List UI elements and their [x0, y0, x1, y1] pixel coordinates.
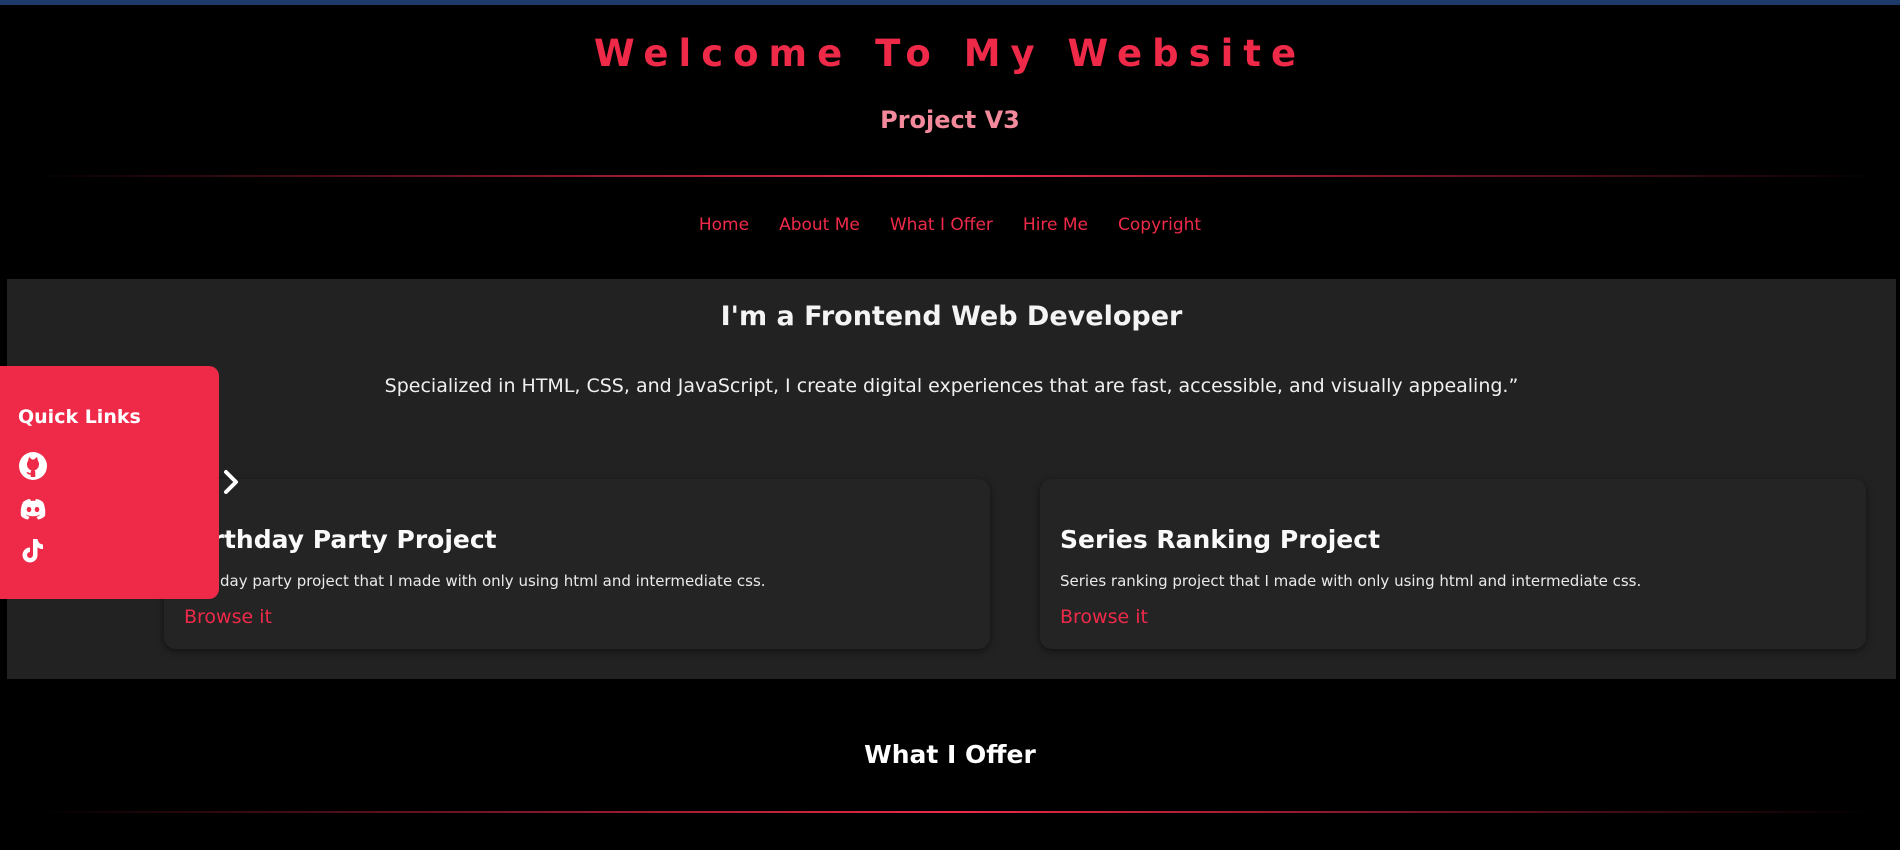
quick-links-panel: Quick Links	[0, 366, 219, 599]
github-icon[interactable]	[18, 451, 48, 481]
browser-top-strip	[0, 0, 1900, 5]
browse-link[interactable]: Browse it	[1060, 606, 1148, 628]
project-card-birthday: Birthday Party Project Birthday party pr…	[164, 479, 990, 649]
nav-home[interactable]: Home	[699, 215, 749, 235]
site-title: Welcome To My Website	[593, 32, 1307, 75]
header-divider	[30, 175, 1880, 177]
page: Welcome To My Website Project V3 Home Ab…	[0, 0, 1900, 850]
project-title: Series Ranking Project	[1060, 525, 1381, 554]
browse-link[interactable]: Browse it	[184, 606, 272, 628]
nav-what-i-offer[interactable]: What I Offer	[890, 215, 993, 235]
chevron-right-icon[interactable]	[218, 467, 244, 497]
nav-copyright[interactable]: Copyright	[1118, 215, 1201, 235]
project-description: Birthday party project that I made with …	[184, 572, 766, 590]
project-card-series-ranking: Series Ranking Project Series ranking pr…	[1040, 479, 1866, 649]
site-subtitle: Project V3	[880, 106, 1020, 134]
project-description: Series ranking project that I made with …	[1060, 572, 1642, 590]
hero-description: Specialized in HTML, CSS, and JavaScript…	[384, 375, 1519, 397]
nav-hire-me[interactable]: Hire Me	[1023, 215, 1088, 235]
hero-title: I'm a Frontend Web Developer	[720, 301, 1183, 332]
tiktok-icon[interactable]	[18, 536, 48, 566]
section-divider	[40, 811, 1870, 813]
what-i-offer-title: What I Offer	[864, 740, 1036, 769]
discord-icon[interactable]	[18, 494, 48, 524]
nav-about-me[interactable]: About Me	[779, 215, 860, 235]
project-title: Birthday Party Project	[184, 525, 497, 554]
main-nav: Home About Me What I Offer Hire Me Copyr…	[0, 215, 1900, 235]
quick-links-title: Quick Links	[18, 406, 141, 428]
